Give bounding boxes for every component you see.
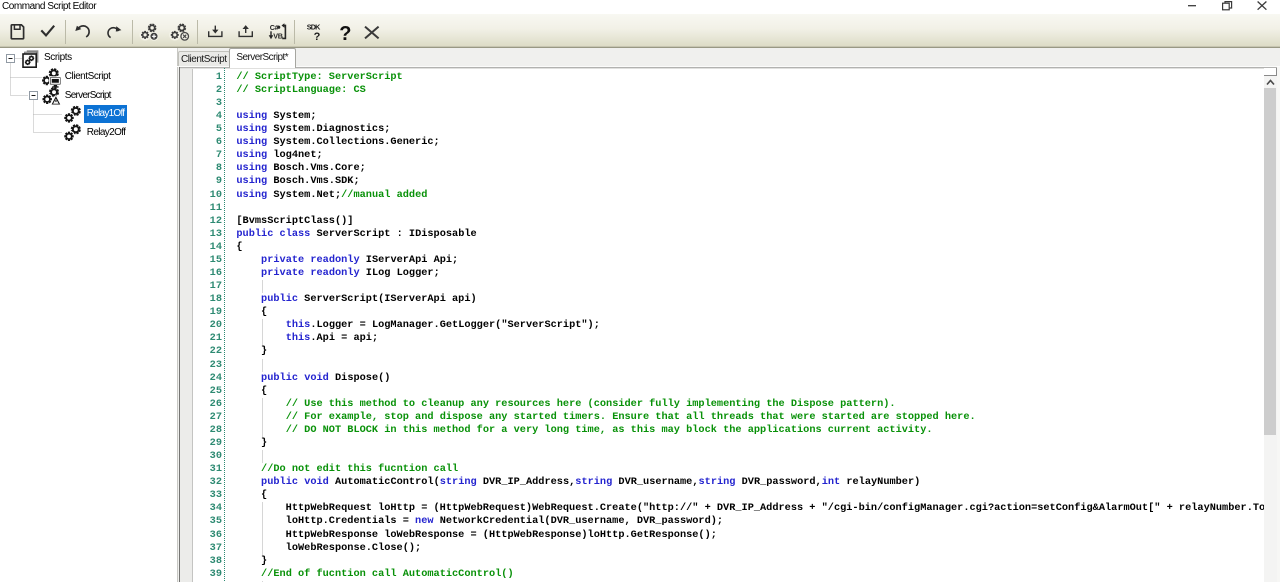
svg-text:VB: VB: [273, 32, 282, 41]
svg-text:?: ?: [314, 31, 321, 43]
svg-text:?: ?: [339, 23, 351, 45]
